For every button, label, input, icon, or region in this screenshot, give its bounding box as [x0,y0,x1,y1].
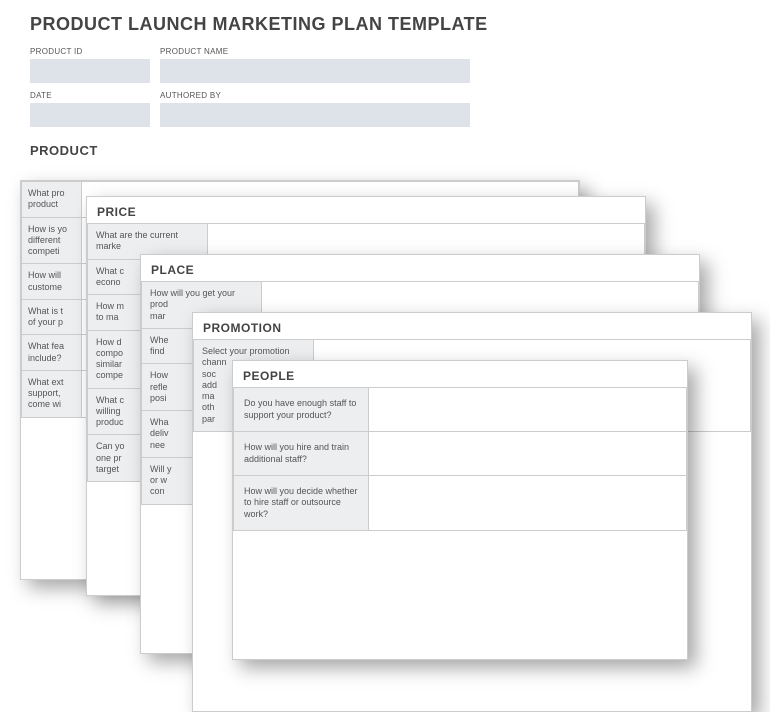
heading-promotion: PROMOTION [193,313,751,339]
input-product-name[interactable] [160,59,470,83]
label-product-id: PRODUCT ID [30,45,150,59]
section-heading-product: PRODUCT [0,133,770,162]
a-people-1[interactable] [369,388,687,432]
input-product-id[interactable] [30,59,150,83]
a-people-3[interactable] [369,476,687,531]
input-authored-by[interactable] [160,103,470,127]
table-people: Do you have enough staff to support your… [233,387,687,531]
input-date[interactable] [30,103,150,127]
page-title: PRODUCT LAUNCH MARKETING PLAN TEMPLATE [0,0,770,45]
q-people-1: Do you have enough staff to support your… [234,388,369,432]
q-product-1: What proproduct [22,182,82,218]
field-row-1: PRODUCT ID PRODUCT NAME [30,45,740,83]
q-product-6: What extsupport,come wi [22,370,82,417]
heading-price: PRICE [87,197,645,223]
a-people-2[interactable] [369,432,687,476]
heading-place: PLACE [141,255,699,281]
label-product-name: PRODUCT NAME [160,45,470,59]
heading-people: PEOPLE [233,361,687,387]
q-people-2: How will you hire and train additional s… [234,432,369,476]
q-product-4: What is tof your p [22,299,82,335]
q-product-3: How willcustome [22,264,82,300]
label-date: DATE [30,89,150,103]
field-product-name: PRODUCT NAME [160,45,470,83]
field-authored-by: AUTHORED BY [160,89,470,127]
card-people: PEOPLE Do you have enough staff to suppo… [232,360,688,660]
q-people-3: How will you decide whether to hire staf… [234,476,369,531]
field-row-2: DATE AUTHORED BY [30,89,740,127]
header-fields: PRODUCT ID PRODUCT NAME DATE AUTHORED BY [0,45,770,127]
q-product-5: What feainclude? [22,335,82,371]
field-product-id: PRODUCT ID [30,45,150,83]
field-date: DATE [30,89,150,127]
label-authored-by: AUTHORED BY [160,89,470,103]
q-product-2: How is yodifferentcompeti [22,217,82,264]
